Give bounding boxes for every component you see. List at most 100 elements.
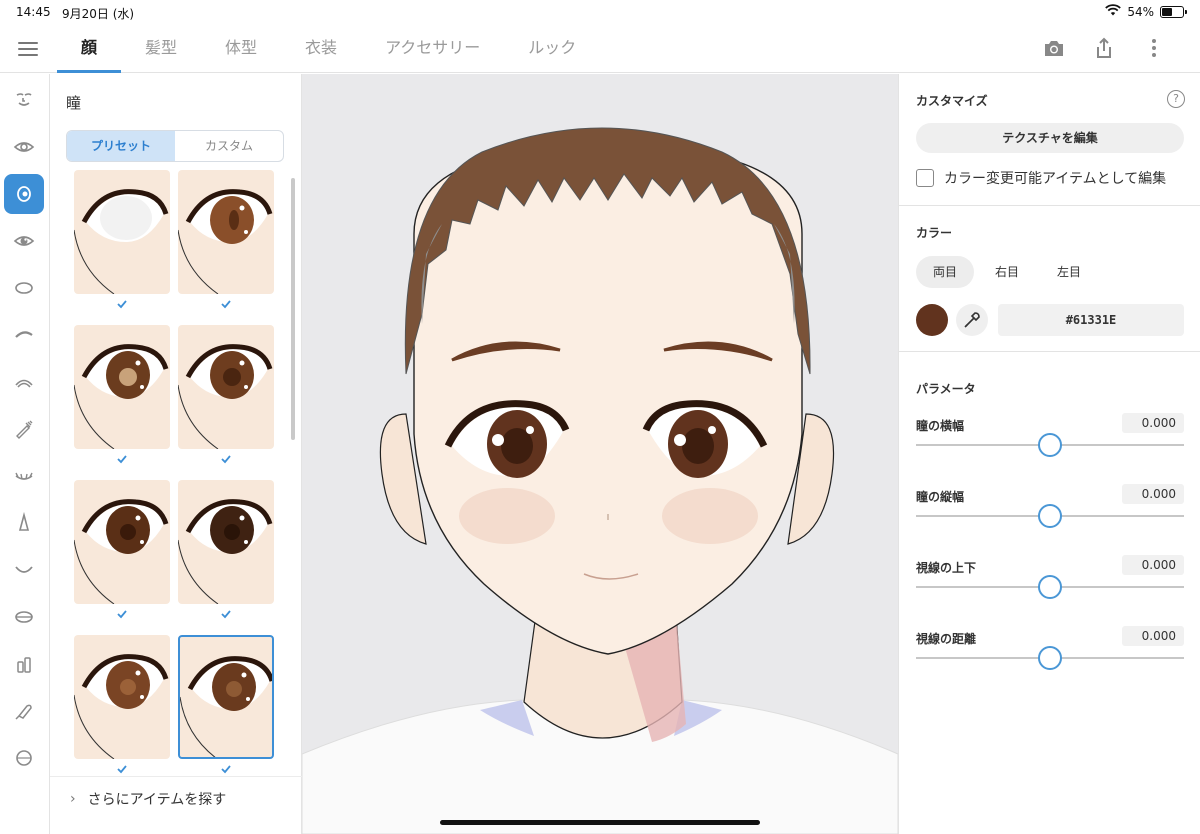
status-bar: 14:45 9月20日 (水) 54% (0, 0, 1200, 24)
param-slider-row: 瞳の縦幅 0.000 (916, 484, 1184, 548)
color-changeable-checkbox-row[interactable]: カラー変更可能アイテムとして編集 (916, 168, 1166, 188)
category-tabs: 顔 髪型 体型 衣装 アクセサリー ルック (57, 24, 600, 73)
param-slider-row: 瞳の横幅 0.000 (916, 413, 1184, 477)
color-changeable-checkbox[interactable] (916, 169, 934, 187)
preset-item[interactable] (174, 325, 274, 475)
top-actions (1042, 36, 1166, 60)
preset-thumbnail[interactable] (74, 480, 170, 604)
checkmark-icon (221, 300, 231, 309)
hex-color-field[interactable]: #61331E (998, 304, 1184, 336)
segment-custom[interactable]: カスタム (175, 131, 283, 161)
left-eye-button[interactable]: 左目 (1040, 256, 1098, 288)
teeth-icon[interactable] (4, 644, 44, 684)
right-eye-button[interactable]: 右目 (978, 256, 1036, 288)
checkmark-icon (117, 765, 127, 774)
eye-selector: 両目 右目 左目 (916, 256, 1098, 288)
tab-body[interactable]: 体型 (201, 24, 281, 73)
face (413, 145, 803, 655)
ear-icon[interactable] (4, 691, 44, 731)
customize-section: カスタマイズ ? テクスチャを編集 カラー変更可能アイテムとして編集 (899, 74, 1200, 206)
chevron-right-icon: › (70, 790, 76, 807)
eyebrow-icon[interactable] (4, 315, 44, 355)
camera-icon[interactable] (1042, 36, 1066, 60)
segment-preset[interactable]: プリセット (67, 131, 175, 161)
tab-face[interactable]: 顔 (57, 24, 122, 73)
panel-title: 瞳 (66, 94, 82, 112)
preset-thumbnail[interactable] (178, 170, 274, 294)
checkmark-icon (117, 610, 127, 619)
preset-item[interactable] (70, 170, 170, 320)
eyeliner-icon[interactable] (4, 409, 44, 449)
mouth-icon[interactable] (4, 550, 44, 590)
preset-thumbnail[interactable] (74, 325, 170, 449)
slider-knob[interactable] (1038, 646, 1062, 670)
find-more-label: さらにアイテムを探す (87, 791, 227, 808)
checkmark-icon (117, 300, 127, 309)
preset-item[interactable] (70, 635, 170, 778)
eye-preview-icon (74, 499, 169, 604)
param-label: 瞳の横幅 (916, 419, 965, 433)
eyedropper-icon[interactable] (956, 304, 988, 336)
preset-item[interactable] (174, 635, 274, 778)
hamburger-menu-icon[interactable] (16, 38, 40, 60)
eye-preview-icon (178, 344, 273, 449)
checkmark-icon (221, 455, 231, 464)
settings-panel: カスタマイズ ? テクスチャを編集 カラー変更可能アイテムとして編集 カラー 両… (898, 74, 1200, 834)
tab-accessory[interactable]: アクセサリー (361, 24, 504, 73)
eyelid-icon[interactable] (4, 362, 44, 402)
status-date: 9月20日 (水) (62, 7, 135, 21)
slider-knob[interactable] (1038, 433, 1062, 457)
color-changeable-label: カラー変更可能アイテムとして編集 (944, 171, 1167, 187)
preset-item[interactable] (174, 480, 274, 630)
eye-preview-icon (178, 189, 273, 294)
preset-thumbnail[interactable] (74, 635, 170, 759)
share-icon[interactable] (1092, 36, 1116, 60)
checkmark-icon (221, 765, 231, 774)
eye-outline-icon[interactable] (4, 127, 44, 167)
param-slider-row: 視線の距離 0.000 (916, 626, 1184, 690)
iris-icon[interactable] (4, 174, 44, 214)
param-label: 視線の上下 (916, 561, 977, 575)
face-rotate-icon[interactable] (4, 738, 44, 778)
slider-knob[interactable] (1038, 575, 1062, 599)
tab-outfit[interactable]: 衣装 (281, 24, 361, 73)
customize-title: カスタマイズ (916, 94, 988, 108)
param-value-field[interactable]: 0.000 (1122, 484, 1184, 504)
preset-item[interactable] (174, 170, 274, 320)
lips-icon[interactable] (4, 597, 44, 637)
face-outline-icon[interactable] (4, 80, 44, 120)
edit-texture-button[interactable]: テクスチャを編集 (916, 123, 1184, 153)
help-icon[interactable]: ? (1167, 90, 1185, 108)
tab-hairstyle[interactable]: 髪型 (121, 24, 201, 73)
status-right: 54% (1105, 4, 1187, 19)
preset-item[interactable] (70, 480, 170, 630)
eyelash-icon[interactable] (4, 456, 44, 496)
color-swatch[interactable] (916, 304, 948, 336)
avatar-preview[interactable] (302, 74, 898, 834)
more-vertical-icon[interactable] (1142, 36, 1166, 60)
battery-icon (1160, 5, 1187, 18)
eye-preview-icon (178, 499, 273, 604)
eye-white-icon[interactable] (4, 268, 44, 308)
param-value-field[interactable]: 0.000 (1122, 555, 1184, 575)
preset-thumbnail[interactable] (178, 635, 274, 759)
panel-scrollbar[interactable] (291, 178, 295, 440)
checkmark-icon (117, 455, 127, 464)
find-more-items-row[interactable]: › さらにアイテムを探す (50, 776, 302, 820)
preset-grid (70, 170, 282, 778)
preset-custom-toggle: プリセット カスタム (66, 130, 284, 162)
eye-highlight-icon[interactable] (4, 221, 44, 261)
tab-look[interactable]: ルック (504, 24, 600, 73)
home-indicator[interactable] (440, 820, 760, 825)
slider-knob[interactable] (1038, 504, 1062, 528)
nose-icon[interactable] (4, 503, 44, 543)
param-value-field[interactable]: 0.000 (1122, 413, 1184, 433)
avatar-illustration (302, 127, 898, 834)
param-label: 瞳の縦幅 (916, 490, 965, 504)
preset-thumbnail[interactable] (74, 170, 170, 294)
preset-thumbnail[interactable] (178, 325, 274, 449)
param-value-field[interactable]: 0.000 (1122, 626, 1184, 646)
both-eyes-button[interactable]: 両目 (916, 256, 974, 288)
preset-thumbnail[interactable] (178, 480, 274, 604)
preset-item[interactable] (70, 325, 170, 475)
